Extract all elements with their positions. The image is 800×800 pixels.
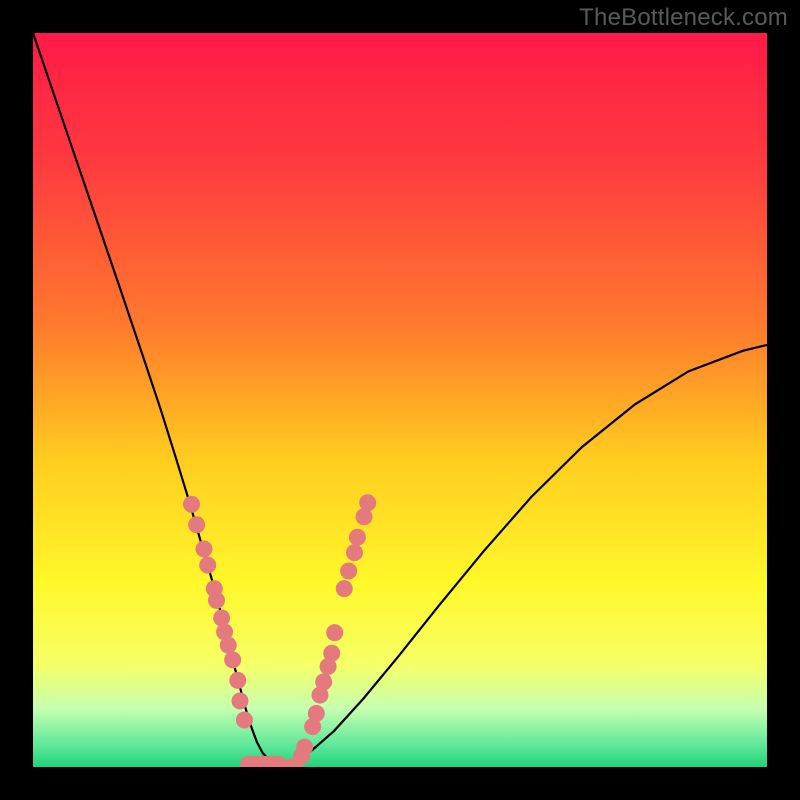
sample-dot [183,496,200,513]
sample-dot [359,494,376,511]
plot-area [33,33,767,767]
sample-dot [188,516,205,533]
bottleneck-curve [33,33,767,766]
sample-dot [323,645,340,662]
sample-dot [229,672,246,689]
sample-dot [220,637,237,654]
sample-dot [346,544,363,561]
sample-dot [199,557,216,574]
marker-group [183,494,376,767]
sample-dot [224,651,241,668]
sample-dot [236,712,253,729]
sample-dot [336,580,353,597]
sample-dot [208,592,225,609]
sample-dot [340,563,357,580]
chart-overlay [33,33,767,767]
sample-dot [308,705,325,722]
sample-dot [326,624,343,641]
sample-dot [196,541,213,558]
sample-dot [296,739,313,756]
watermark-label: TheBottleneck.com [579,4,788,32]
sample-dot [213,610,230,627]
sample-dot [349,529,366,546]
sample-dot [231,692,248,709]
sample-dot [315,673,332,690]
chart-frame: TheBottleneck.com [0,0,800,800]
